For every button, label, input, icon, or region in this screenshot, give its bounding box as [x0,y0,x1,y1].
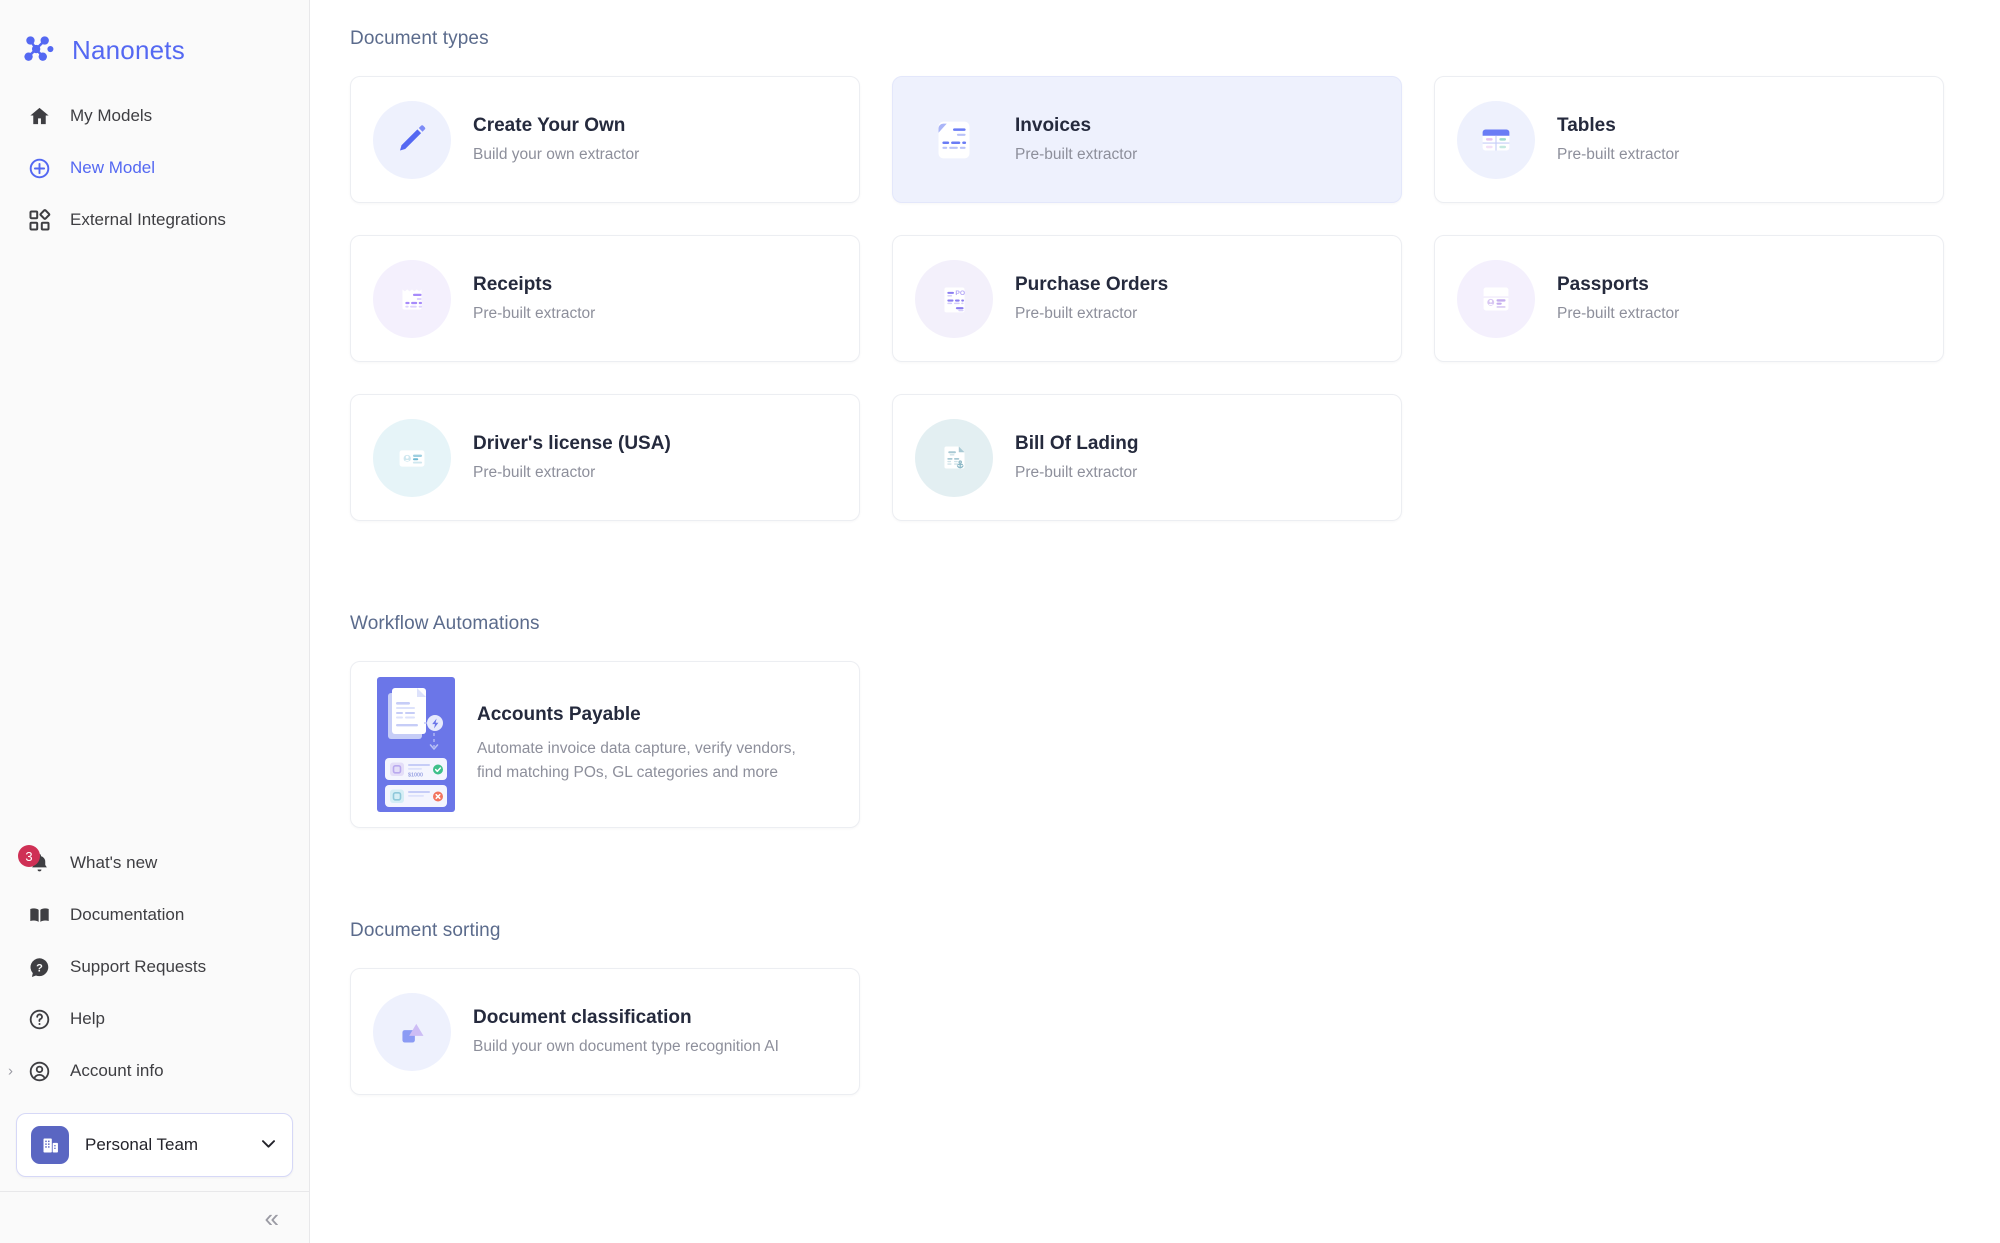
sidebar-item-label: Account info [70,1061,164,1080]
card-text: Create Your Own Build your own extractor [473,115,639,164]
card-text: Passports Pre-built extractor [1557,274,1679,323]
card-title: Receipts [473,274,553,295]
card-drivers-license[interactable]: Driver's license (USA) Pre-built extract… [350,394,860,521]
brand-name: Nanonets [72,34,185,65]
app-root: Nanonets My Models New Model External In… [0,0,2000,1243]
sidebar-item-help[interactable]: Help [0,993,309,1045]
card-passports[interactable]: Passports Pre-built extractor [1434,235,1944,362]
card-text: Driver's license (USA) Pre-built extract… [473,433,671,482]
card-bill-of-lading[interactable]: Bill Of Lading Pre-built extractor [892,394,1402,521]
team-name: Personal Team [85,1135,199,1154]
bill-of-lading-anchor-icon [915,418,993,497]
card-subtitle: Build your own document type recognition… [473,1038,779,1055]
sidebar-item-label: Documentation [70,905,185,924]
card-text: Receipts Pre-built extractor [473,274,595,323]
sidebar: Nanonets My Models New Model External In… [0,0,310,1243]
building-icon [31,1126,69,1164]
sidebar-item-label: What's new [70,853,158,872]
svg-text:$1000: $1000 [408,773,423,779]
question-circle-icon [26,1006,52,1032]
integrations-grid-icon [26,207,52,233]
team-switcher[interactable]: Personal Team [16,1113,293,1177]
card-text: Purchase Orders Pre-built extractor [1015,274,1168,323]
chevron-right-icon[interactable]: › [8,1063,13,1080]
book-icon [26,902,52,928]
pencil-icon [373,100,451,179]
section-title-workflow-automations: Workflow Automations [350,613,540,634]
document-types-grid: Create Your Own Build your own extractor [350,76,2000,521]
plus-circle-icon [26,155,52,181]
card-title: Driver's license (USA) [473,433,671,454]
card-subtitle: Pre-built extractor [1557,305,1680,322]
invoice-document-icon [915,101,993,179]
card-title: Accounts Payable [477,703,641,725]
chevron-down-icon[interactable] [259,1134,278,1156]
card-invoices[interactable]: Invoices Pre-built extractor [892,76,1402,203]
svg-text:PO: PO [955,290,965,297]
receipt-icon [373,259,451,338]
card-subtitle: Pre-built extractor [473,464,596,481]
sidebar-item-whats-new[interactable]: 3 What's new [0,837,309,889]
nanonets-network-logo-icon [20,31,58,69]
double-chevron-left-icon: « [264,1202,279,1233]
sidebar-item-support-requests[interactable]: ? Support Requests [0,941,309,993]
sidebar-item-label: External Integrations [70,210,226,229]
purchase-order-icon: PO [915,259,993,338]
card-text: Document classification Build your own d… [473,1007,779,1056]
sidebar-item-label: New Model [70,158,156,177]
shapes-classification-icon [373,992,451,1071]
card-title: Bill Of Lading [1015,433,1139,454]
sidebar-item-new-model[interactable]: New Model [0,142,309,194]
card-subtitle: Pre-built extractor [1557,146,1680,163]
card-create-your-own[interactable]: Create Your Own Build your own extractor [350,76,860,203]
section-title-document-types: Document types [350,28,489,49]
card-subtitle: Pre-built extractor [1015,146,1138,163]
card-subtitle: Pre-built extractor [1015,305,1138,322]
card-title: Tables [1557,115,1616,136]
card-text: Bill Of Lading Pre-built extractor [1015,433,1139,482]
sidebar-item-label: Help [70,1009,105,1028]
card-subtitle: Build your own extractor [473,146,640,163]
card-title: Create Your Own [473,115,626,136]
svg-text:?: ? [36,962,43,974]
question-chat-icon: ? [26,954,52,980]
sidebar-nav-secondary: 3 What's new Documentation ? Support Req… [0,837,309,1103]
card-document-classification[interactable]: Document classification Build your own d… [350,968,860,1095]
card-purchase-orders[interactable]: PO Purchase Orders Pre-built extractor [892,235,1402,362]
sidebar-item-my-models[interactable]: My Models [0,90,309,142]
main-content: Document types Create Your Own Build you… [310,0,2000,1243]
home-icon [26,103,52,129]
card-text: Tables Pre-built extractor [1557,115,1679,164]
accounts-payable-illustration-icon: $1000 [377,677,455,812]
card-description: Automate invoice data capture, verify ve… [477,739,796,781]
sidebar-item-external-integrations[interactable]: External Integrations [0,194,309,246]
card-subtitle: Pre-built extractor [1015,464,1138,481]
card-subtitle: Pre-built extractor [473,305,596,322]
status-badge: 3 [18,845,40,867]
card-title: Purchase Orders [1015,274,1169,295]
drivers-license-icon [373,418,451,497]
sidebar-item-label: Support Requests [70,957,207,976]
user-circle-icon [26,1058,52,1084]
sidebar-item-label: My Models [70,106,153,125]
sidebar-nav-primary: My Models New Model External Integration… [0,90,309,246]
section-title-document-sorting: Document sorting [350,920,501,941]
section-gap-2 [310,828,2000,920]
card-title: Document classification [473,1007,692,1028]
table-grid-icon [1457,100,1535,179]
card-accounts-payable[interactable]: $1000 Accounts Payable Automate invoice … [350,661,860,828]
passport-id-icon [1457,259,1535,338]
brand[interactable]: Nanonets [0,0,309,76]
card-text: Invoices Pre-built extractor [1015,115,1137,164]
sidebar-item-account-info[interactable]: › Account info [0,1045,309,1097]
sidebar-item-documentation[interactable]: Documentation [0,889,309,941]
card-title: Passports [1557,274,1649,295]
card-text: Accounts Payable Automate invoice data c… [477,704,817,785]
card-title: Invoices [1015,115,1092,136]
sidebar-collapse-button[interactable]: « [0,1191,309,1243]
card-tables[interactable]: Tables Pre-built extractor [1434,76,1944,203]
section-gap-1 [310,521,2000,613]
card-receipts[interactable]: Receipts Pre-built extractor [350,235,860,362]
